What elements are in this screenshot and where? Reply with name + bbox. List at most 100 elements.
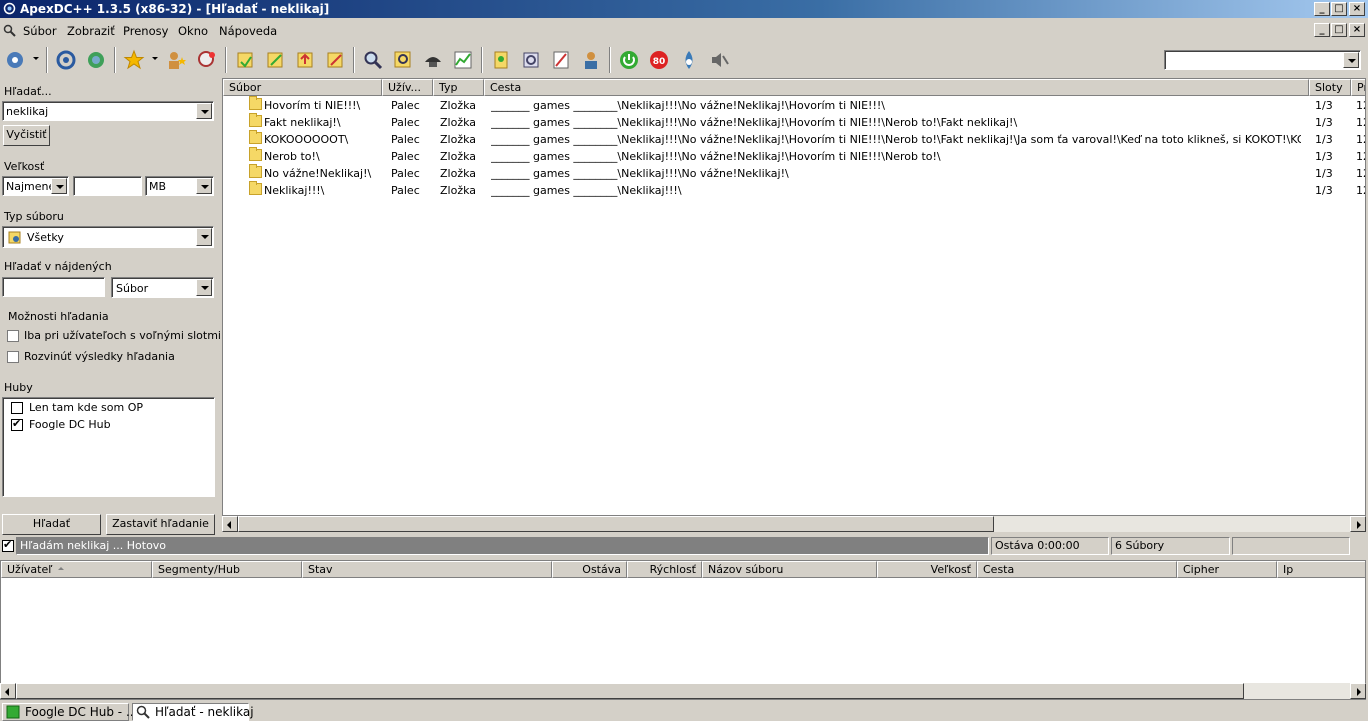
search-input[interactable]: neklikaj	[2, 101, 214, 121]
restore-button[interactable]: □	[1331, 2, 1347, 16]
menu-napoveda[interactable]: Nápoveda	[219, 24, 277, 38]
finished-downloads-icon[interactable]	[264, 49, 286, 71]
result-user: Palec	[391, 133, 420, 146]
filetype-select[interactable]: Všetky	[2, 226, 214, 248]
column-header-file[interactable]: Súbor	[223, 79, 382, 96]
menu-okno[interactable]: Okno	[178, 24, 208, 38]
result-row[interactable]: No vážne!Neklikaj!\ Palec Zložka _______ ga…	[223, 164, 1365, 182]
scroll-right-arrow[interactable]	[1350, 683, 1366, 699]
column-header-path[interactable]: Cesta	[977, 561, 1177, 578]
result-row[interactable]: Hovorím ti NIE!!!\ Palec Zložka _______ gam…	[223, 96, 1365, 114]
size-unit-select[interactable]: MB	[145, 176, 214, 196]
column-header-status[interactable]: Stav	[302, 561, 552, 578]
mute-sounds-icon[interactable]	[708, 49, 730, 71]
hub-checkbox[interactable]	[11, 402, 23, 414]
filetype-label: Typ súboru	[4, 210, 64, 223]
column-header-filename[interactable]: Názov súboru	[702, 561, 877, 578]
minimize-button[interactable]: _	[1314, 2, 1330, 16]
search-button[interactable]: Hľadať	[2, 514, 101, 535]
folder-icon	[249, 130, 262, 144]
connect-dropdown-icon[interactable]	[33, 57, 39, 60]
column-header-slots[interactable]: Sloty	[1309, 79, 1351, 96]
search-spy-icon[interactable]	[422, 49, 444, 71]
close-button[interactable]: ×	[1349, 2, 1365, 16]
menu-prenosy[interactable]: Prenosy	[123, 24, 168, 38]
column-header-segments[interactable]: Segmenty/Hub	[152, 561, 302, 578]
away-icon[interactable]	[678, 49, 700, 71]
free-slots-checkbox[interactable]	[7, 330, 19, 342]
search-history-dropdown[interactable]	[196, 103, 212, 119]
column-header-ip[interactable]: Ip	[1277, 561, 1365, 578]
power-icon[interactable]	[618, 49, 640, 71]
favorite-users-icon[interactable]	[166, 49, 188, 71]
mdi-minimize-button[interactable]: _	[1314, 23, 1330, 37]
scroll-thumb[interactable]	[238, 516, 994, 532]
transfers-hscrollbar[interactable]	[0, 683, 1366, 699]
adl-search-icon[interactable]	[392, 49, 414, 71]
size-mode-select[interactable]: Najmenej	[2, 176, 69, 196]
status-extra	[1232, 537, 1350, 555]
column-header-size[interactable]: Veľkosť	[877, 561, 977, 578]
expand-results-label: Rozvinúť výsledky hľadania	[24, 350, 175, 363]
column-header-user[interactable]: Užív...	[382, 79, 433, 96]
expand-results-checkbox[interactable]	[7, 351, 19, 363]
result-row[interactable]: Neklikaj!!!\ Palec Zložka _______ games ___…	[223, 181, 1365, 199]
speed-limit-icon[interactable]: 80	[648, 49, 670, 71]
status-checkbox[interactable]: ✔	[2, 538, 14, 552]
in-results-field-select[interactable]: Súbor	[111, 277, 214, 298]
in-results-input[interactable]	[2, 277, 105, 297]
hub-name: Foogle DC Hub	[29, 418, 111, 431]
scroll-thumb[interactable]	[16, 683, 1244, 699]
svg-text:80: 80	[653, 57, 666, 67]
search-icon[interactable]	[362, 49, 384, 71]
connect-icon[interactable]	[4, 49, 26, 71]
quick-search-select[interactable]	[1164, 50, 1361, 70]
result-row[interactable]: Nerob to!\ Palec Zložka _______ games _____…	[223, 147, 1365, 165]
clear-button[interactable]: Vyčistiť	[3, 125, 50, 146]
result-path: _______ games ________\Neklikaj!!!\No vá…	[491, 116, 1018, 129]
column-header-type[interactable]: Typ	[433, 79, 484, 96]
reconnect-icon[interactable]	[55, 49, 77, 71]
mdi-restore-button[interactable]: □	[1331, 23, 1347, 37]
checkmark-icon: ✔	[12, 417, 22, 430]
title-bar: ApexDC++ 1.3.5 (x86-32) - [Hľadať - nekl…	[0, 0, 1368, 18]
results-hscrollbar[interactable]	[222, 516, 1366, 532]
task-search[interactable]: Hľadať - neklikaj	[132, 703, 254, 721]
column-header-cipher[interactable]: Cipher	[1177, 561, 1277, 578]
open-filelist-icon[interactable]	[490, 49, 512, 71]
favorites-dropdown-icon[interactable]	[152, 57, 158, 60]
column-header-speed[interactable]: Rýchlosť	[627, 561, 702, 578]
network-stats-icon[interactable]	[452, 49, 474, 71]
menu-zobrazit[interactable]: Zobraziť	[67, 24, 115, 38]
result-pr: 12	[1356, 99, 1365, 112]
refresh-filelist-icon[interactable]	[520, 49, 542, 71]
result-pr: 12	[1356, 150, 1365, 163]
in-results-label: Hľadať v nájdených	[4, 260, 112, 273]
recent-hubs-icon[interactable]	[196, 49, 218, 71]
mdi-close-button[interactable]: ×	[1349, 23, 1365, 37]
stop-search-button[interactable]: Zastaviť hľadanie	[106, 514, 215, 535]
scroll-right-arrow[interactable]	[1350, 516, 1366, 532]
favorites-star-icon[interactable]	[123, 49, 145, 71]
column-header-remaining[interactable]: Ostáva	[552, 561, 627, 578]
result-row[interactable]: KOKOOOOOOT\ Palec Zložka _______ games ____…	[223, 130, 1365, 148]
scroll-left-arrow[interactable]	[222, 516, 238, 532]
size-input[interactable]	[73, 176, 142, 196]
column-header-path[interactable]: Cesta	[484, 79, 1309, 96]
settings-user-icon[interactable]	[580, 49, 602, 71]
window-title: ApexDC++ 1.3.5 (x86-32) - [Hľadať - nekl…	[20, 2, 330, 16]
scroll-left-arrow[interactable]	[0, 683, 16, 699]
column-header-user[interactable]: Užívateľ	[1, 561, 152, 578]
follow-redirect-icon[interactable]	[85, 49, 107, 71]
result-row[interactable]: Fakt neklikaj!\ Palec Zložka _______ games …	[223, 113, 1365, 131]
menu-subor[interactable]: Súbor	[23, 24, 57, 38]
queue-icon[interactable]	[234, 49, 256, 71]
hub-checkbox[interactable]: ✔	[11, 417, 23, 431]
upload-queue-icon[interactable]	[294, 49, 316, 71]
folder-icon	[249, 113, 262, 127]
column-header-pr[interactable]: Pr	[1351, 79, 1365, 96]
finished-uploads-icon[interactable]	[324, 49, 346, 71]
notepad-icon[interactable]	[550, 49, 572, 71]
toolbar: 80	[0, 43, 1368, 77]
task-hub[interactable]: Foogle DC Hub - ...	[2, 703, 137, 721]
